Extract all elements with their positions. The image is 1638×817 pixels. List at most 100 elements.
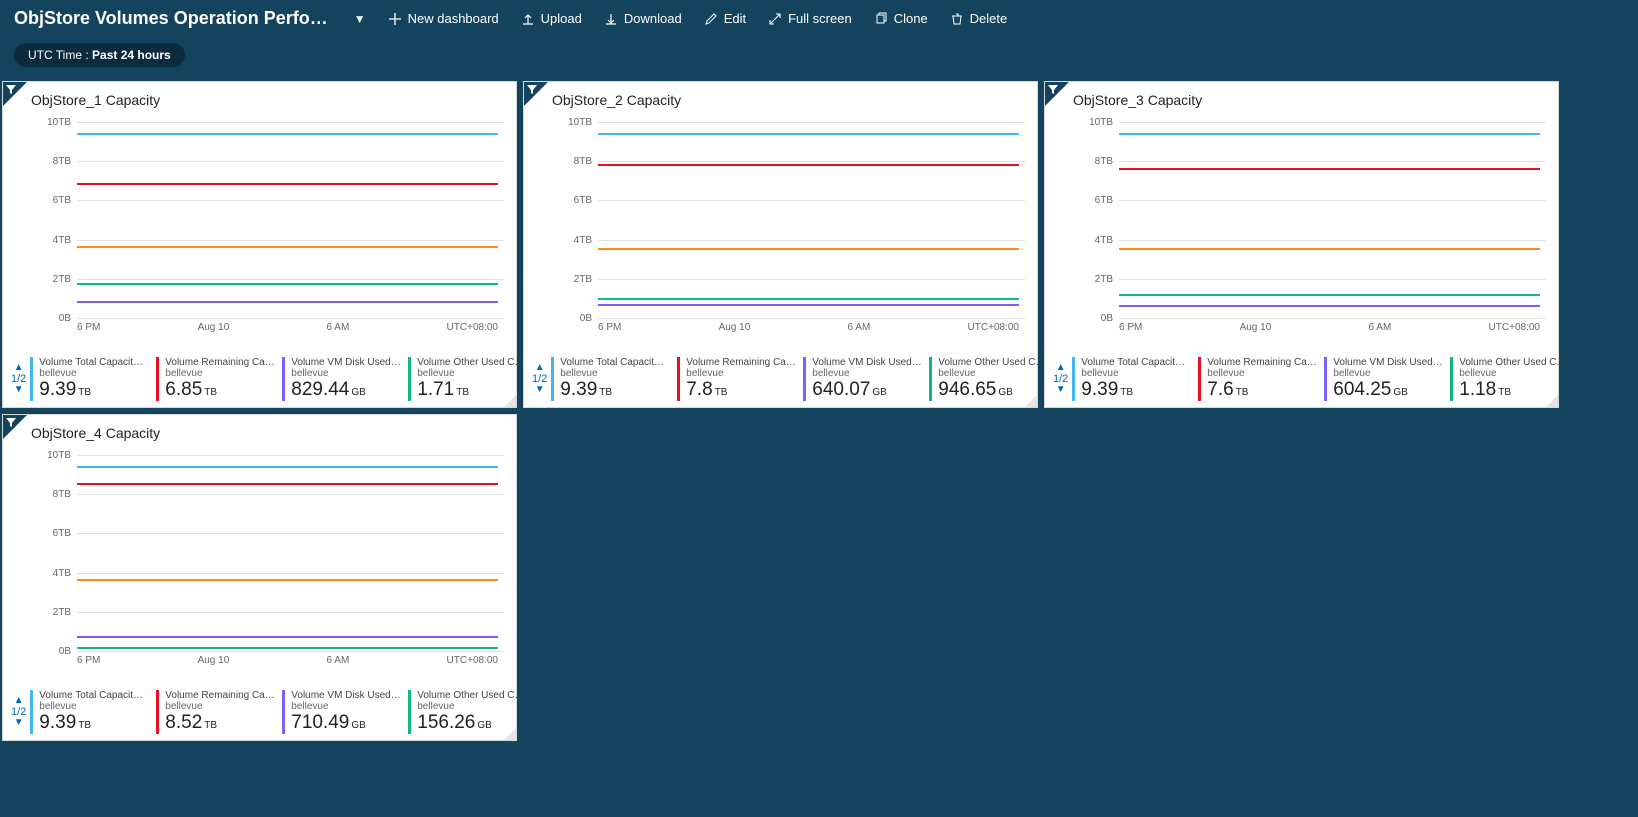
metric-name: Volume VM Disk Used … <box>1333 357 1444 368</box>
chevron-down-icon[interactable]: ▼ <box>354 12 366 26</box>
resize-handle-icon[interactable] <box>1025 395 1037 407</box>
tile[interactable]: ObjStore_1 Capacity0B2TB4TB6TB8TB10TB6 P… <box>2 81 517 408</box>
plot-area <box>598 122 1019 318</box>
chevron-down-icon[interactable]: ▼ <box>535 385 545 395</box>
filter-icon[interactable] <box>1045 82 1069 106</box>
metric-value: 6.85TB <box>165 379 276 401</box>
x-tick-label: 6 AM <box>1369 322 1392 333</box>
metric-name: Volume Remaining Cap… <box>686 357 797 368</box>
download-button[interactable]: Download <box>604 11 682 26</box>
clone-label: Clone <box>894 11 928 26</box>
resize-handle-icon[interactable] <box>504 395 516 407</box>
metric-name: Volume VM Disk Used … <box>812 357 923 368</box>
metric[interactable]: Volume Total Capacit…bellevue9.39TB <box>551 357 675 401</box>
x-tick-label: 6 AM <box>327 655 350 666</box>
series-line <box>598 248 1019 250</box>
filter-icon[interactable] <box>3 415 27 439</box>
metric[interactable]: Volume Remaining Cap…bellevue6.85TB <box>156 357 280 401</box>
metric-value: 9.39TB <box>39 712 150 734</box>
metrics: Volume Total Capacit…bellevue9.39TBVolum… <box>30 357 532 401</box>
new-dashboard-label: New dashboard <box>408 11 499 26</box>
upload-button[interactable]: Upload <box>521 11 582 26</box>
clone-button[interactable]: Clone <box>874 11 928 26</box>
metric-pager: ▲1/2▼ <box>532 363 547 395</box>
delete-button[interactable]: Delete <box>950 11 1008 26</box>
metric-value: 9.39TB <box>560 379 671 401</box>
metric[interactable]: Volume Total Capacit…bellevue9.39TB <box>1072 357 1196 401</box>
chevron-down-icon[interactable]: ▼ <box>1056 385 1066 395</box>
resize-handle-icon[interactable] <box>504 728 516 740</box>
chevron-up-icon[interactable]: ▲ <box>14 363 24 373</box>
chevron-down-icon[interactable]: ▼ <box>14 718 24 728</box>
plot-area <box>77 455 498 651</box>
metric[interactable]: Volume Remaining Cap…bellevue7.8TB <box>677 357 801 401</box>
metric-value-number: 1.18 <box>1459 379 1496 400</box>
y-tick-label: 2TB <box>1079 274 1113 285</box>
dashboard-title[interactable]: ObjStore Volumes Operation Perfo… <box>14 8 328 29</box>
series-line <box>77 246 498 248</box>
metric-pager: ▲1/2▼ <box>1053 363 1068 395</box>
chevron-up-icon[interactable]: ▲ <box>535 363 545 373</box>
x-tick-label: 6 AM <box>327 322 350 333</box>
metric-value-number: 7.6 <box>1207 379 1233 400</box>
metric-value-unit: TB <box>1120 387 1133 398</box>
tile-title: ObjStore_2 Capacity <box>524 82 1037 112</box>
series-line <box>598 304 1019 306</box>
x-tick-label: 6 PM <box>598 322 621 333</box>
tile[interactable]: ObjStore_2 Capacity 0B2TB4TB6TB8TB10TB6 P… <box>523 81 1038 408</box>
x-axis: 6 PMAug 106 AMUTC+08:00 <box>77 655 498 666</box>
metric-value-number: 9.39 <box>560 379 597 400</box>
metric-value-number: 9.39 <box>39 712 76 733</box>
metric-value-number: 156.26 <box>417 712 475 733</box>
metric-value-unit: GB <box>872 387 886 398</box>
filter-icon[interactable] <box>524 82 548 106</box>
metric-name: Volume Other Used Ca… <box>417 690 528 701</box>
plus-icon <box>388 12 402 26</box>
metric[interactable]: Volume VM Disk Used …bellevue604.25GB <box>1324 357 1448 401</box>
metrics-row: ▲1/2▼ Volume Total Capacit…bellevue9.39TB… <box>532 357 1029 401</box>
series-line <box>598 133 1019 135</box>
new-dashboard-button[interactable]: New dashboard <box>388 11 499 26</box>
edit-button[interactable]: Edit <box>704 11 746 26</box>
chevron-up-icon[interactable]: ▲ <box>14 696 24 706</box>
series-line <box>77 647 498 649</box>
metric[interactable]: Volume Remaining Cap…bellevue8.52TB <box>156 690 280 734</box>
y-tick-label: 10TB <box>558 117 592 128</box>
resize-handle-icon[interactable] <box>1546 395 1558 407</box>
series-line <box>1119 168 1540 170</box>
tile-title: ObjStore_1 Capacity <box>3 82 516 112</box>
metric-value-number: 9.39 <box>39 379 76 400</box>
filter-icon[interactable] <box>3 82 27 106</box>
metric-value-unit: TB <box>1236 387 1249 398</box>
metric-sub: bellevue <box>291 701 402 712</box>
x-tick-label: Aug 10 <box>198 655 230 666</box>
y-tick-label: 0B <box>558 313 592 324</box>
time-range-pill[interactable]: UTC Time : Past 24 hours <box>14 43 185 67</box>
metric[interactable]: Volume VM Disk Used …bellevue640.07GB <box>803 357 927 401</box>
fullscreen-icon <box>768 12 782 26</box>
y-tick-label: 2TB <box>37 607 71 618</box>
fullscreen-button[interactable]: Full screen <box>768 11 852 26</box>
metric[interactable]: Volume VM Disk Used …bellevue710.49GB <box>282 690 406 734</box>
metric-name: Volume Total Capacit… <box>39 690 150 701</box>
dashboard-header: ObjStore Volumes Operation Perfo… ▼ New … <box>0 0 1638 37</box>
metric[interactable]: Volume Total Capacit…bellevue9.39TB <box>30 690 154 734</box>
y-tick-label: 2TB <box>558 274 592 285</box>
metric-sub: bellevue <box>812 368 923 379</box>
metric-value: 7.6TB <box>1207 379 1318 401</box>
tile[interactable]: ObjStore_4 Capacity0B2TB4TB6TB8TB10TB6 P… <box>2 414 517 741</box>
x-tick-label: UTC+08:00 <box>447 322 498 333</box>
chevron-down-icon[interactable]: ▼ <box>14 385 24 395</box>
metric[interactable]: Volume VM Disk Used …bellevue829.44GB <box>282 357 406 401</box>
capacity-chart: 0B2TB4TB6TB8TB10TB6 PMAug 106 AMUTC+08:0… <box>556 122 1025 318</box>
tile[interactable]: ObjStore_3 Capacity0B2TB4TB6TB8TB10TB6 P… <box>1044 81 1559 408</box>
y-tick-label: 0B <box>37 313 71 324</box>
x-tick-label: Aug 10 <box>1240 322 1272 333</box>
time-value: Past 24 hours <box>92 48 171 62</box>
chevron-up-icon[interactable]: ▲ <box>1056 363 1066 373</box>
metric-value-number: 6.85 <box>165 379 202 400</box>
y-tick-label: 8TB <box>37 489 71 500</box>
metric-sub: bellevue <box>417 701 528 712</box>
metric[interactable]: Volume Total Capacit…bellevue9.39TB <box>30 357 154 401</box>
metric[interactable]: Volume Remaining Cap…bellevue7.6TB <box>1198 357 1322 401</box>
